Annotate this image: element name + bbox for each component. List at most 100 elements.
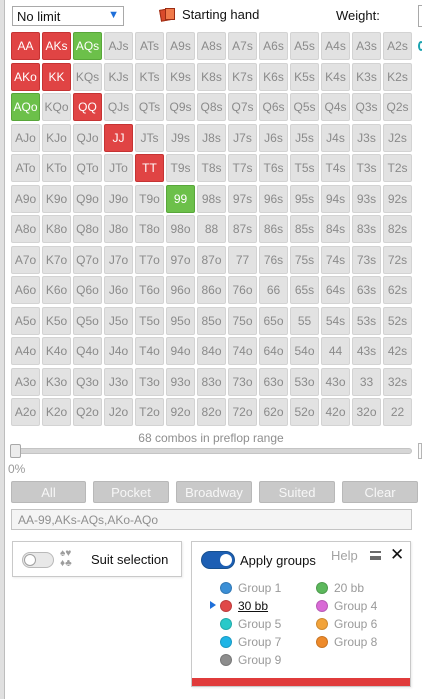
hand-cell[interactable]: T4s (321, 154, 350, 182)
hand-cell[interactable]: K6o (42, 276, 71, 304)
hand-cell[interactable]: A8s (197, 32, 226, 60)
clear-button[interactable]: Clear (342, 481, 418, 503)
hand-cell[interactable]: Q8o (73, 215, 102, 243)
hand-cell[interactable]: 83s (352, 215, 381, 243)
group-item[interactable]: Group 8 (316, 634, 377, 650)
hand-cell[interactable]: ATs (135, 32, 164, 60)
hand-cell[interactable]: JTo (104, 154, 133, 182)
hand-cell[interactable]: 87s (228, 215, 257, 243)
hand-cell[interactable]: Q9o (73, 184, 102, 213)
hand-cell[interactable]: A3o (11, 367, 40, 396)
hand-cell[interactable]: AQo (11, 93, 40, 121)
hand-cell[interactable]: A6o (11, 276, 40, 304)
range-text-field[interactable]: AA-99,AKs-AQs,AKo-AQo (11, 509, 412, 530)
hand-cell[interactable]: 33 (352, 367, 381, 396)
hand-cell[interactable]: Q2s (383, 93, 412, 121)
hand-cell[interactable]: JTs (135, 123, 164, 152)
hand-cell[interactable]: 77 (228, 245, 257, 274)
hand-cell[interactable]: AKo (11, 62, 40, 91)
hand-cell[interactable]: AJo (11, 123, 40, 152)
help-link[interactable]: Help (331, 548, 358, 563)
hand-cell[interactable]: A4s (321, 32, 350, 60)
hand-cell[interactable]: A4o (11, 337, 40, 365)
hand-cell[interactable]: T9s (166, 154, 195, 182)
hand-cell[interactable]: T6s (259, 154, 288, 182)
hand-cell[interactable]: 43o (321, 367, 350, 396)
all-button[interactable]: All (11, 481, 86, 503)
hand-cell[interactable]: K2o (42, 398, 71, 426)
range-slider-thumb[interactable] (10, 444, 21, 458)
hand-cell[interactable]: 76s (259, 245, 288, 274)
hand-cell[interactable]: 53s (352, 306, 381, 335)
limit-select[interactable]: No limit ▼ (12, 6, 124, 26)
hand-cell[interactable]: A7o (11, 245, 40, 274)
hand-cell[interactable]: KTs (135, 62, 164, 91)
hand-cell[interactable]: 43s (352, 337, 381, 365)
hand-cell[interactable]: KK (42, 62, 71, 91)
hand-cell[interactable]: J7s (228, 123, 257, 152)
hand-cell[interactable]: 94s (321, 184, 350, 213)
hand-cell[interactable]: A3s (352, 32, 381, 60)
hand-cell[interactable]: 73s (352, 245, 381, 274)
hand-cell[interactable]: 88 (197, 215, 226, 243)
group-item[interactable]: Group 6 (316, 616, 377, 632)
hand-cell[interactable]: 76o (228, 276, 257, 304)
hand-cell[interactable]: J4o (104, 337, 133, 365)
hand-cell[interactable]: Q5o (73, 306, 102, 335)
hand-cell[interactable]: A2o (11, 398, 40, 426)
hand-cell[interactable]: 64o (259, 337, 288, 365)
hand-cell[interactable]: KJo (42, 123, 71, 152)
hand-cell[interactable]: 95s (290, 184, 319, 213)
hand-cell[interactable]: QTo (73, 154, 102, 182)
hand-cell[interactable]: Q9s (166, 93, 195, 121)
hand-cell[interactable]: 22 (383, 398, 412, 426)
hand-cell[interactable]: K3o (42, 367, 71, 396)
hand-cell[interactable]: 74o (228, 337, 257, 365)
hand-cell[interactable]: T7s (228, 154, 257, 182)
hand-cell[interactable]: T8o (135, 215, 164, 243)
hand-cell[interactable]: K3s (352, 62, 381, 91)
hand-cell[interactable]: 98s (197, 184, 226, 213)
hand-cell[interactable]: 97o (166, 245, 195, 274)
hand-cell[interactable]: A5o (11, 306, 40, 335)
hand-cell[interactable]: K8o (42, 215, 71, 243)
hand-cell[interactable]: 72o (228, 398, 257, 426)
hand-cell[interactable]: J8o (104, 215, 133, 243)
hand-cell[interactable]: J7o (104, 245, 133, 274)
hand-cell[interactable]: T2s (383, 154, 412, 182)
close-icon[interactable]: ✕ (390, 545, 404, 565)
hand-cell[interactable]: Q3s (352, 93, 381, 121)
group-item[interactable]: Group 4 (316, 598, 377, 614)
hand-cell[interactable]: J6o (104, 276, 133, 304)
suit-selection-toggle[interactable] (22, 552, 54, 568)
weight-input[interactable] (418, 5, 422, 27)
hand-cell[interactable]: 52s (383, 306, 412, 335)
hand-cell[interactable]: QJs (104, 93, 133, 121)
hand-cell[interactable]: 65s (290, 276, 319, 304)
hand-cell[interactable]: 85o (197, 306, 226, 335)
hand-cell[interactable]: 32o (352, 398, 381, 426)
hand-cell[interactable]: 32s (383, 367, 412, 396)
hand-cell[interactable]: 55 (290, 306, 319, 335)
hand-cell[interactable]: T2o (135, 398, 164, 426)
hand-cell[interactable]: 97s (228, 184, 257, 213)
hand-cell[interactable]: 82s (383, 215, 412, 243)
hand-cell[interactable]: J9o (104, 184, 133, 213)
hand-cell[interactable]: AJs (104, 32, 133, 60)
hand-cell[interactable]: 96o (166, 276, 195, 304)
hand-cell[interactable]: 63o (259, 367, 288, 396)
hand-cell[interactable]: KJs (104, 62, 133, 91)
hand-cell[interactable]: 75o (228, 306, 257, 335)
hand-cell[interactable]: T5s (290, 154, 319, 182)
hand-cell[interactable]: 75s (290, 245, 319, 274)
hand-cell[interactable]: J3o (104, 367, 133, 396)
hand-cell[interactable]: Q6s (259, 93, 288, 121)
hand-cell[interactable]: 53o (290, 367, 319, 396)
hand-cell[interactable]: Q6o (73, 276, 102, 304)
hand-cell[interactable]: T8s (197, 154, 226, 182)
hand-cell[interactable]: 62s (383, 276, 412, 304)
group-item[interactable]: Group 7 (220, 634, 281, 650)
hand-cell[interactable]: J4s (321, 123, 350, 152)
hand-cell[interactable]: T6o (135, 276, 164, 304)
hand-cell[interactable]: 93o (166, 367, 195, 396)
